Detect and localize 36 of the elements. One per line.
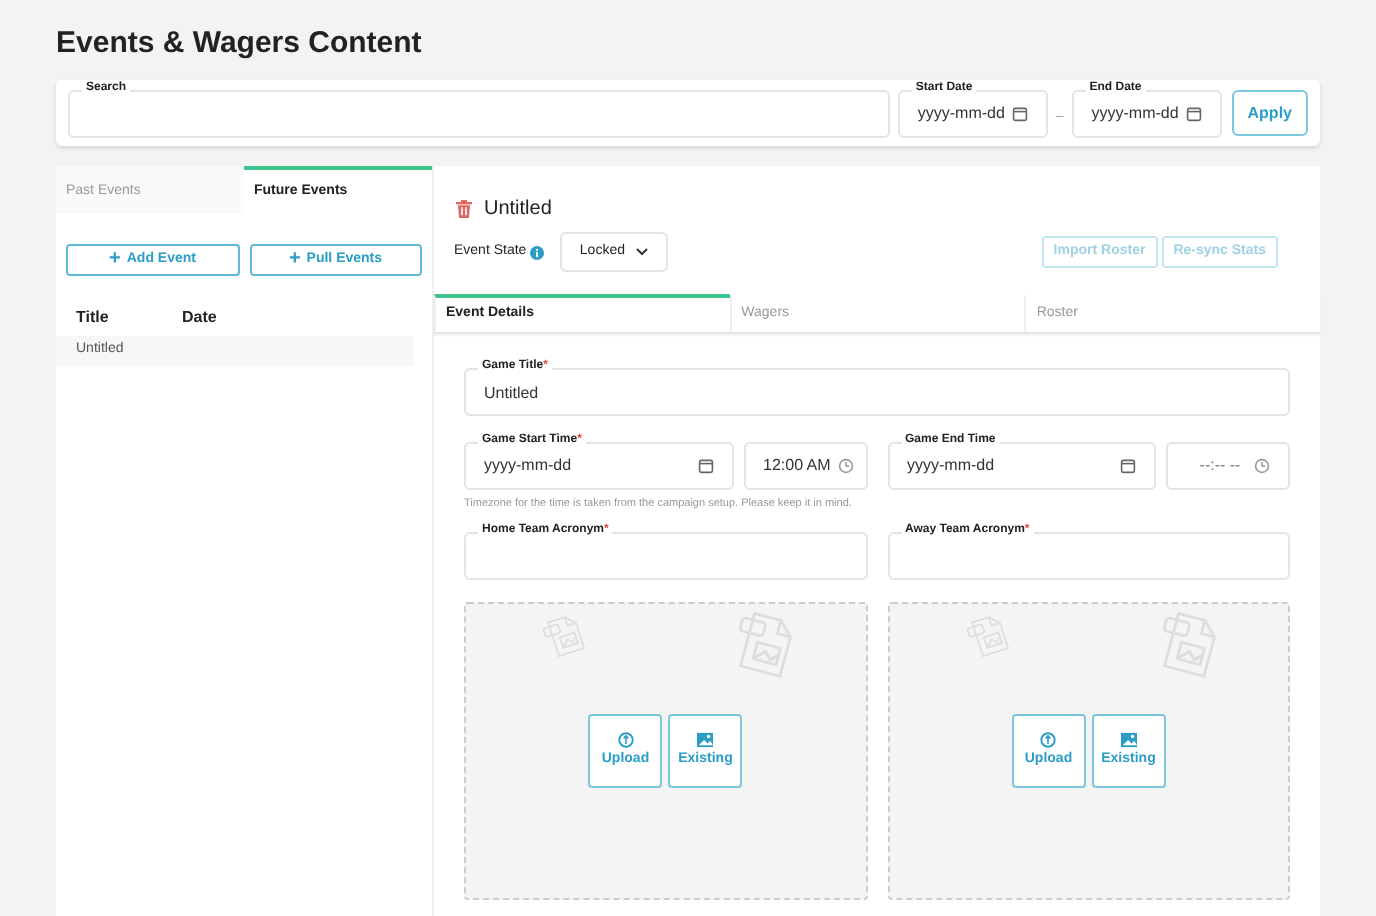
input-field[interactable]: Untitled xyxy=(464,368,1290,416)
input-field[interactable]: yyyy-mm-dd xyxy=(887,442,1156,490)
plus-icon: + xyxy=(109,250,121,270)
input-field[interactable] xyxy=(68,90,890,138)
event-title: Untitled xyxy=(484,196,552,224)
date-placeholder: yyyy-mm-dd xyxy=(917,102,1007,126)
date-placeholder: yyyy-mm-dd xyxy=(907,454,997,478)
image-icon xyxy=(696,731,715,748)
page-title: Events & Wagers Content xyxy=(56,26,424,62)
calendar-icon xyxy=(697,458,713,474)
time-value: 12:00 AM xyxy=(763,454,833,478)
input-field[interactable] xyxy=(464,532,867,580)
input-field[interactable]: yyyy-mm-dd xyxy=(897,90,1048,138)
column-header: Title xyxy=(76,305,111,329)
plus-icon: + xyxy=(288,250,301,270)
input-field[interactable]: --:-- -- xyxy=(1166,442,1290,490)
calendar-icon xyxy=(1120,458,1136,474)
image-icon xyxy=(1119,731,1138,748)
upload-icon xyxy=(1040,731,1057,748)
clock-icon xyxy=(1254,458,1270,474)
apply-button[interactable]: Apply xyxy=(1231,90,1308,136)
chevron-down-icon xyxy=(636,248,649,256)
time-placeholder: --:-- -- xyxy=(1197,454,1243,478)
input-field[interactable]: yyyy-mm-dd xyxy=(464,442,733,490)
date-placeholder: yyyy-mm-dd xyxy=(484,454,574,478)
date-placeholder: yyyy-mm-dd xyxy=(1091,102,1181,126)
upload-icon xyxy=(617,731,634,748)
input-field[interactable]: yyyy-mm-dd xyxy=(1071,90,1222,138)
input-field[interactable] xyxy=(887,532,1290,580)
calendar-icon xyxy=(1011,106,1028,122)
info-icon xyxy=(530,245,545,259)
input-field[interactable]: 12:00 AM xyxy=(743,442,867,490)
clock-icon xyxy=(838,458,855,474)
calendar-icon xyxy=(1185,106,1202,122)
column-header: Date xyxy=(182,305,217,329)
trash-icon xyxy=(456,200,472,218)
